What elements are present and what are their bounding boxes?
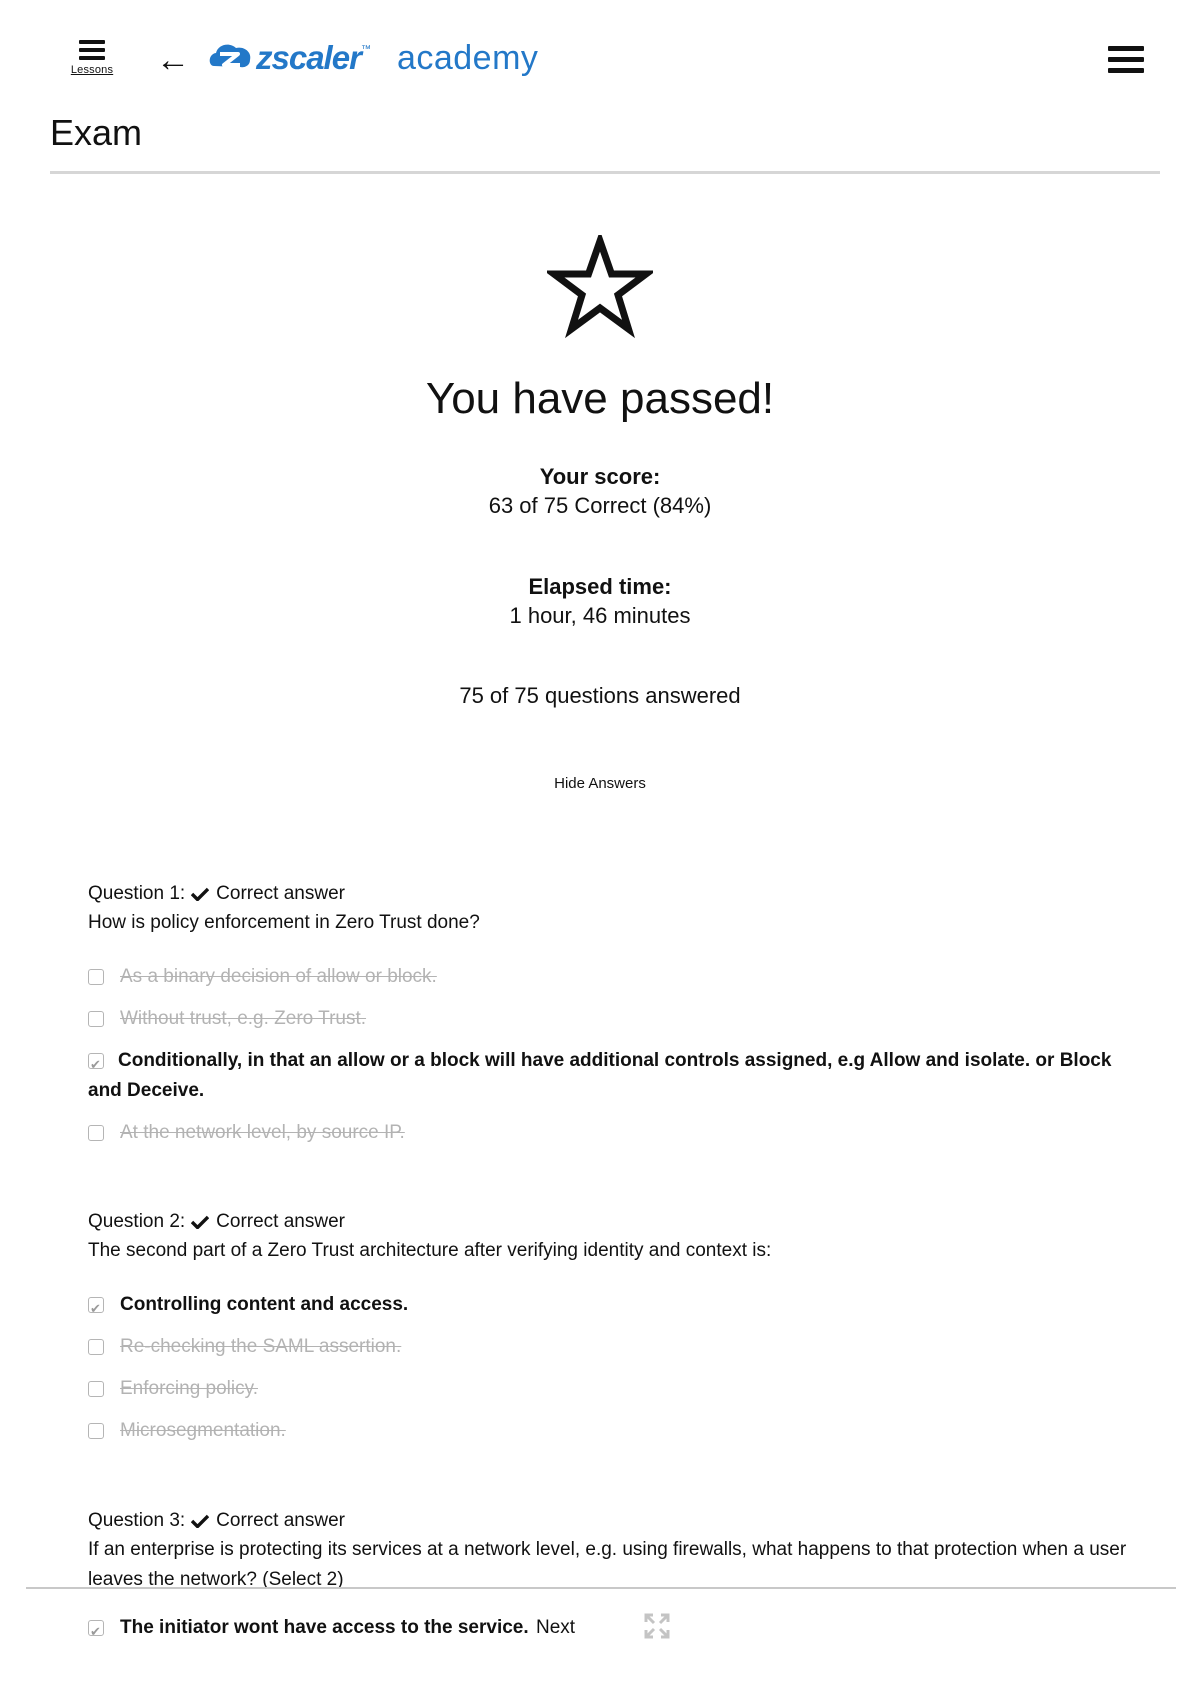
answer-options: As a binary decision of allow or block. … bbox=[88, 962, 1128, 1148]
star-outline-icon bbox=[547, 235, 653, 339]
answer-checkbox-checked[interactable] bbox=[88, 1294, 104, 1324]
answer-checkbox[interactable] bbox=[88, 1125, 104, 1141]
question-2: Question 2: Correct answer The second pa… bbox=[88, 1208, 1128, 1458]
question-number: Question 1: bbox=[88, 883, 186, 904]
answer-text: Re-checking the SAML assertion. bbox=[120, 1336, 402, 1357]
next-button[interactable]: Next bbox=[536, 1617, 575, 1639]
answer-checkbox-checked[interactable] bbox=[88, 1050, 104, 1080]
elapsed-time-value: 1 hour, 46 minutes bbox=[509, 603, 691, 628]
question-header: Question 1: Correct answer bbox=[88, 880, 1128, 908]
bottom-divider bbox=[26, 1587, 1176, 1589]
brand-name: zscaler bbox=[256, 39, 362, 76]
question-status: Correct answer bbox=[216, 1510, 345, 1531]
answer-text: At the network level, by source IP. bbox=[120, 1122, 405, 1143]
answer-text: Without trust, e.g. Zero Trust. bbox=[120, 1008, 367, 1029]
questions-answered: 75 of 75 questions answered bbox=[459, 683, 741, 708]
zscaler-cloud-icon bbox=[209, 44, 251, 68]
hide-answers-button[interactable]: Hide Answers bbox=[554, 775, 646, 792]
answer-text: Microsegmentation. bbox=[120, 1420, 286, 1441]
answer-checkbox[interactable] bbox=[88, 969, 104, 985]
answer-checkbox[interactable] bbox=[88, 1011, 104, 1027]
checkmark-icon bbox=[191, 1215, 210, 1229]
question-text: How is policy enforcement in Zero Trust … bbox=[88, 912, 480, 933]
lessons-label: Lessons bbox=[70, 64, 114, 76]
expand-icon[interactable] bbox=[643, 1612, 671, 1640]
hamburger-icon bbox=[62, 40, 122, 60]
bottom-nav-bar: Next bbox=[26, 1587, 1176, 1698]
answer-text: As a binary decision of allow or block. bbox=[120, 966, 437, 987]
trademark: ™ bbox=[360, 44, 371, 55]
question-header: Question 3: Correct answer bbox=[88, 1507, 1128, 1535]
answer-option: Conditionally, in that an allow or a blo… bbox=[88, 1046, 1128, 1106]
answer-option: Microsegmentation. bbox=[88, 1416, 1128, 1446]
page-title: Exam bbox=[50, 112, 143, 153]
top-header: Lessons ← zscaler ™ academy bbox=[0, 0, 1200, 110]
back-arrow-icon[interactable]: ← bbox=[156, 40, 190, 80]
question-status: Correct answer bbox=[216, 1211, 345, 1232]
question-status: Correct answer bbox=[216, 883, 345, 904]
question-header: Question 2: Correct answer bbox=[88, 1208, 1128, 1236]
answer-checkbox[interactable] bbox=[88, 1381, 104, 1397]
lessons-button[interactable]: Lessons bbox=[62, 40, 122, 76]
checkmark-icon bbox=[191, 1514, 210, 1528]
academy-label: academy bbox=[396, 38, 539, 77]
menu-icon[interactable] bbox=[1108, 46, 1144, 79]
answer-checkbox[interactable] bbox=[88, 1339, 104, 1355]
answer-text: Enforcing policy. bbox=[120, 1378, 258, 1399]
question-text: The second part of a Zero Trust architec… bbox=[88, 1240, 772, 1261]
answer-text: Controlling content and access. bbox=[120, 1294, 409, 1315]
question-number: Question 2: bbox=[88, 1211, 186, 1232]
checkmark-icon bbox=[191, 887, 210, 901]
answer-text: Conditionally, in that an allow or a blo… bbox=[88, 1050, 1112, 1101]
answer-checkbox[interactable] bbox=[88, 1423, 104, 1439]
question-text: If an enterprise is protecting its servi… bbox=[88, 1539, 1127, 1590]
answer-option: Re-checking the SAML assertion. bbox=[88, 1332, 1128, 1362]
elapsed-time-label: Elapsed time: bbox=[528, 574, 672, 599]
title-divider bbox=[50, 171, 1160, 174]
zscaler-academy-logo[interactable]: zscaler ™ academy bbox=[206, 36, 538, 80]
score-label: Your score: bbox=[539, 464, 661, 489]
answer-option: Without trust, e.g. Zero Trust. bbox=[88, 1004, 1128, 1034]
answer-options: Controlling content and access. Re-check… bbox=[88, 1290, 1128, 1446]
results-summary: You have passed! Your score: 63 of 75 Co… bbox=[0, 235, 1200, 793]
answer-option: Controlling content and access. bbox=[88, 1290, 1128, 1324]
question-1: Question 1: Correct answer How is policy… bbox=[88, 880, 1128, 1160]
score-value: 63 of 75 Correct (84%) bbox=[488, 493, 712, 518]
answer-option: As a binary decision of allow or block. bbox=[88, 962, 1128, 992]
pass-headline: You have passed! bbox=[425, 374, 775, 423]
answer-option: At the network level, by source IP. bbox=[88, 1118, 1128, 1148]
answer-option: Enforcing policy. bbox=[88, 1374, 1128, 1404]
question-number: Question 3: bbox=[88, 1510, 186, 1531]
